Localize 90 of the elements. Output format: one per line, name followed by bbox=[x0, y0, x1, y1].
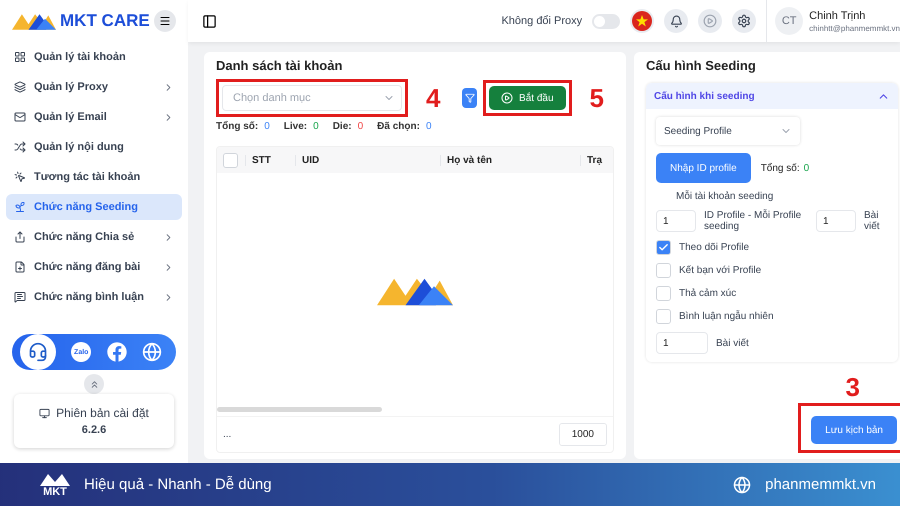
play-icon bbox=[501, 92, 514, 104]
total-label: Tổng số: bbox=[760, 162, 800, 174]
save-button[interactable]: Lưu kịch bản bbox=[811, 416, 897, 444]
settings-icon[interactable] bbox=[732, 9, 756, 33]
facebook-icon[interactable] bbox=[106, 342, 127, 362]
column-header: STT bbox=[245, 154, 295, 166]
option-label: Kết bạn với Profile bbox=[679, 265, 762, 276]
column-header: Trạ bbox=[580, 154, 610, 166]
callout-number: 4 bbox=[425, 82, 442, 114]
stat-value: 0 bbox=[358, 121, 364, 132]
menu-icon bbox=[159, 15, 171, 27]
device-icon bbox=[39, 408, 50, 418]
option-label: Theo dõi Profile bbox=[679, 242, 750, 253]
sidebar-item[interactable]: Chức năng Chia sẻ bbox=[6, 224, 182, 250]
shuffle-icon bbox=[14, 141, 26, 153]
option-label: Thả cảm xúc bbox=[679, 288, 736, 299]
page-size-field[interactable]: 1000 bbox=[558, 423, 607, 446]
scrollbar[interactable] bbox=[217, 407, 382, 412]
checkbox[interactable] bbox=[656, 309, 671, 324]
select-all-checkbox[interactable] bbox=[223, 152, 238, 168]
stat-value: 0 bbox=[313, 121, 319, 132]
double-chevron-icon bbox=[88, 378, 100, 390]
pagination-ellipsis: ... bbox=[223, 429, 232, 440]
share-icon bbox=[14, 231, 26, 243]
stat-label: Tổng số: bbox=[216, 121, 258, 132]
sidebar-item[interactable]: Chức năng đăng bài bbox=[6, 254, 182, 280]
panel-icon[interactable] bbox=[202, 14, 217, 28]
stat-label: Live: bbox=[284, 121, 308, 132]
proxy-switch[interactable] bbox=[592, 14, 620, 28]
sidebar-item[interactable]: Quản lý Proxy bbox=[6, 74, 182, 100]
brand-name: MKT CARE bbox=[60, 11, 150, 31]
number-field[interactable]: 1 bbox=[816, 210, 856, 232]
column-header: UID bbox=[295, 154, 440, 166]
menu-button[interactable] bbox=[154, 10, 176, 32]
proxy-label: Không đổi Proxy bbox=[501, 15, 582, 27]
avatar: CT bbox=[775, 7, 804, 35]
card-title: Danh sách tài khoản bbox=[216, 58, 344, 73]
per-account-label: Mỗi tài khoản seeding bbox=[675, 191, 774, 202]
globe-icon[interactable] bbox=[142, 342, 162, 362]
stat-label: Die: bbox=[332, 121, 352, 132]
stat-value: 0 bbox=[426, 121, 432, 132]
filter-icon bbox=[464, 93, 475, 103]
import-button[interactable]: Nhập ID profile bbox=[656, 153, 751, 183]
mail-icon bbox=[14, 111, 26, 123]
website-link[interactable]: phanmemmkt.vn bbox=[765, 476, 876, 493]
version-number: 6.2.6 bbox=[82, 424, 106, 436]
check-icon bbox=[658, 242, 669, 253]
layers-icon bbox=[14, 81, 26, 93]
flag-icon[interactable] bbox=[630, 9, 654, 33]
checkbox[interactable] bbox=[656, 240, 671, 255]
stat-label: Đã chọn: bbox=[377, 121, 420, 132]
document-plus-icon bbox=[14, 261, 26, 273]
user-email: chinhtt@phanmemmkt.vn bbox=[809, 24, 900, 32]
checkbox[interactable] bbox=[656, 286, 671, 301]
message-icon bbox=[14, 291, 26, 303]
filter-button[interactable] bbox=[462, 88, 478, 108]
id-label: ID Profile - Mỗi Profile seeding bbox=[704, 210, 802, 232]
tagline: Hiệu quả - Nhanh - Dễ dùng bbox=[84, 476, 273, 493]
sidebar-item[interactable]: Tương tác tài khoản bbox=[6, 164, 182, 190]
sidebar-item[interactable]: Chức năng Seeding bbox=[6, 194, 182, 220]
play-icon[interactable] bbox=[698, 9, 722, 33]
headset-icon[interactable] bbox=[20, 334, 56, 370]
checkbox[interactable] bbox=[656, 263, 671, 278]
sidebar-item[interactable]: Chức năng bình luận bbox=[6, 284, 182, 310]
user-name: Chinh Trịnh bbox=[809, 10, 866, 22]
accordion-header[interactable]: Cấu hình khi seeding bbox=[646, 83, 898, 109]
version-label: Phiên bản cài đặt bbox=[56, 406, 149, 420]
number-field[interactable]: 1 bbox=[656, 210, 696, 232]
grid-icon bbox=[14, 51, 26, 63]
post-limit-label: Bài viết bbox=[716, 338, 749, 348]
bell-icon[interactable] bbox=[664, 9, 688, 33]
callout-number: 3 bbox=[844, 372, 861, 403]
footer-logo: MKT bbox=[40, 472, 70, 498]
sidebar-item[interactable]: Quản lý Email bbox=[6, 104, 182, 130]
callout-number: 5 bbox=[588, 82, 605, 114]
total-value: 0 bbox=[804, 162, 810, 174]
option-label: Bình luận ngẫu nhiên bbox=[679, 311, 774, 322]
collapse-button[interactable] bbox=[84, 374, 104, 394]
start-button[interactable]: Bắt đầu bbox=[489, 86, 566, 110]
sidebar-item[interactable]: Quản lý tài khoản bbox=[6, 44, 182, 70]
post-label: Bài viết bbox=[864, 210, 881, 232]
stat-value: 0 bbox=[264, 121, 270, 132]
card-title: Cấu hình Seeding bbox=[646, 58, 757, 73]
column-header: Họ và tên bbox=[440, 154, 580, 166]
number-field[interactable]: 1 bbox=[656, 332, 708, 354]
sprout-icon bbox=[14, 201, 26, 213]
pointer-icon bbox=[14, 171, 26, 183]
sidebar-item[interactable]: Quản lý nội dung bbox=[6, 134, 182, 160]
profile-select[interactable]: Seeding Profile bbox=[656, 117, 800, 145]
globe-icon bbox=[733, 476, 752, 494]
